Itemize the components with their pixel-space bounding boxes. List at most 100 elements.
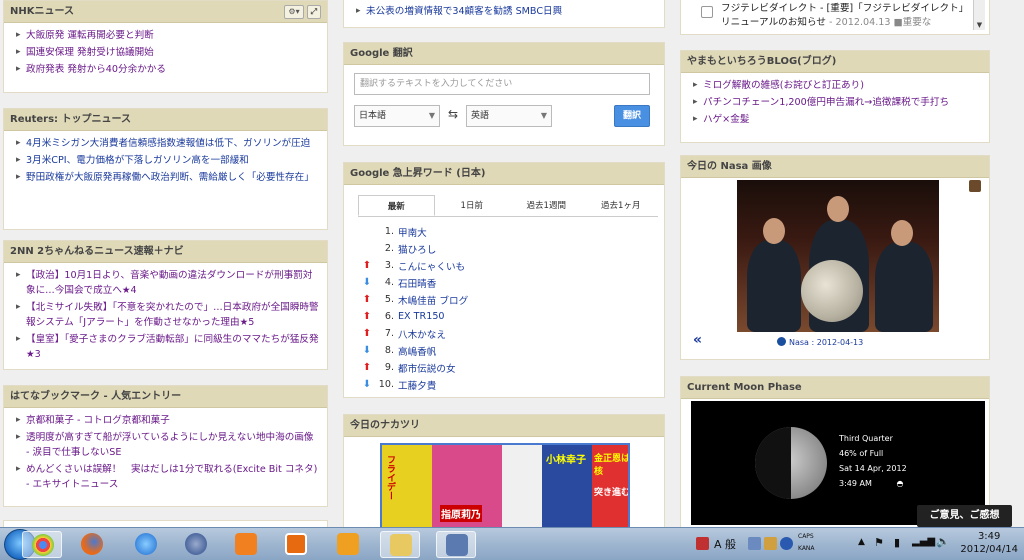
list-item[interactable]: ハゲ×金髪: [693, 112, 981, 127]
nasa-caption[interactable]: Nasa : 2012-04-13: [789, 338, 863, 347]
clock[interactable]: 3:49 2012/04/14: [960, 530, 1018, 556]
flag-icon[interactable]: ⚑: [874, 536, 884, 549]
taskbar-chrome[interactable]: [22, 531, 62, 558]
news-link[interactable]: めんどくさいは誤解！ 実はだしは1分で取れる(Excite Bit コネタ) -…: [26, 464, 317, 490]
list-item[interactable]: 3月米CPI、電力価格が下落しガソリン高を一部緩和: [16, 153, 319, 168]
expand-icon[interactable]: ⤢: [306, 5, 321, 19]
news-link[interactable]: 大飯原発 運転再開必要と判断: [26, 30, 154, 41]
taskbar-thunderbird[interactable]: [176, 531, 216, 558]
arrow-down-icon: ⬇: [362, 277, 372, 288]
swap-languages-icon[interactable]: ⇆: [448, 107, 458, 121]
tray-icon[interactable]: [696, 537, 709, 550]
ime-indicator[interactable]: A 般: [714, 536, 736, 552]
list-item[interactable]: 透明度が高すぎて船が浮いているようにしか見えない地中海の画像 - 涙目で仕事しな…: [16, 430, 319, 460]
list-item[interactable]: 大飯原発 運転再開必要と判断: [16, 28, 319, 43]
news-link[interactable]: 政府発表 発射から40分余かかる: [26, 64, 166, 75]
trend-link[interactable]: 木嶋佳苗 ブログ: [398, 293, 468, 307]
news-link[interactable]: ハゲ×金髪: [703, 114, 749, 125]
news-link[interactable]: 京都和菓子 - コトログ京都和菓子: [26, 415, 170, 426]
scrollbar[interactable]: ▼: [973, 0, 985, 30]
news-link[interactable]: 【政治】10月1日より、音楽や動画の違法ダウンロードが刑事罰対象に…今国会で成立…: [26, 270, 312, 296]
settings-icon[interactable]: ⚙▾: [284, 5, 304, 19]
news-link[interactable]: 【皇室】「愛子さまのクラブ活動転部」に同級生のママたちが猛反発★3: [26, 334, 319, 360]
target-language-select[interactable]: 英語 ▼: [466, 105, 552, 127]
trend-link[interactable]: 石田晴香: [398, 276, 436, 290]
show-hidden-icons[interactable]: ▲: [858, 537, 865, 547]
list-item[interactable]: 【北ミサイル失敗】「不意を突かれたので」…日本政府が全国瞬時警報システム「Jアラ…: [16, 300, 319, 330]
trend-link[interactable]: 工藤夕貴: [398, 378, 436, 392]
list-item[interactable]: 国連安保理 発射受け協議開始: [16, 45, 319, 60]
list-item[interactable]: 野田政権が大飯原発再稼働へ政治判断、需給厳しく「必要性存在」: [16, 170, 319, 185]
trend-row[interactable]: 2. 猫ひろし: [358, 240, 638, 257]
taskbar-media-player[interactable]: [328, 531, 368, 558]
previous-image-button[interactable]: «: [693, 332, 702, 348]
network-icon[interactable]: ▂▄▆: [912, 536, 935, 547]
trend-link[interactable]: 猫ひろし: [398, 242, 436, 256]
tweet-checkbox[interactable]: [701, 6, 713, 18]
translate-input[interactable]: 翻訳するテキストを入力してください: [354, 73, 650, 95]
source-language-select[interactable]: 日本語 ▼: [354, 105, 440, 127]
nikko-news-gadget: 未公表の増資情報で34顧客を勧誘 SMBC日興: [343, 0, 665, 28]
list-item[interactable]: 政府発表 発射から40分余かかる: [16, 62, 319, 77]
trend-link[interactable]: 高嶋香帆: [398, 344, 436, 358]
trend-rank: 7.: [384, 328, 394, 339]
trend-row[interactable]: ⬆ 6. EX TR150: [358, 308, 638, 325]
trend-row[interactable]: ⬇ 4. 石田晴香: [358, 274, 638, 291]
list-item[interactable]: めんどくさいは誤解！ 実はだしは1分で取れる(Excite Bit コネタ) -…: [16, 462, 319, 492]
tweet-item[interactable]: フジテレビダイレクト - [重要]「フジテレビダイレクト」リニューアルのお知らせ…: [721, 2, 977, 30]
list-item[interactable]: 京都和菓子 - コトログ京都和菓子: [16, 413, 319, 428]
tray-icon[interactable]: [764, 537, 777, 550]
list-item[interactable]: 未公表の増資情報で34顧客を勧誘 SMBC日興: [356, 4, 656, 19]
news-link[interactable]: 未公表の増資情報で34顧客を勧誘 SMBC日興: [366, 6, 562, 17]
trend-row[interactable]: ⬆ 9. 都市伝説の女: [358, 359, 638, 376]
news-link[interactable]: パチンコチェーン1,200億円申告漏れ→追徴課税で手打ち: [703, 97, 949, 108]
taskbar-explorer[interactable]: [380, 531, 420, 558]
news-link[interactable]: 【北ミサイル失敗】「不意を突かれたので」…日本政府が全国瞬時警報システム「Jアラ…: [26, 302, 319, 328]
trend-row[interactable]: ⬇ 10. 工藤夕貴: [358, 376, 638, 393]
news-link[interactable]: 野田政権が大飯原発再稼働へ政治判断、需給厳しく「必要性存在」: [26, 172, 314, 183]
magazine-ad-image[interactable]: フライデー 指原莉乃 小林幸子 金正恩は核 突き進む: [380, 443, 630, 533]
list-item[interactable]: 【皇室】「愛子さまのクラブ活動転部」に同級生のママたちが猛反発★3: [16, 332, 319, 362]
tray-icon[interactable]: [748, 537, 761, 550]
list-item[interactable]: パチンコチェーン1,200億円申告漏れ→追徴課税で手打ち: [693, 95, 981, 110]
battery-icon[interactable]: ▮: [894, 536, 900, 549]
news-link[interactable]: 4月米ミシガン大消費者信頼感指数速報値は低下、ガソリンが圧迫: [26, 138, 310, 149]
trend-link[interactable]: 甲南大: [398, 225, 427, 239]
list-item[interactable]: ミログ解散の雑感(お詫びと訂正あり): [693, 78, 981, 93]
gadget-header: Google 急上昇ワード (日本): [344, 163, 664, 185]
help-icon[interactable]: [780, 537, 793, 550]
image-thumb-icon[interactable]: [969, 180, 981, 192]
list-item[interactable]: 【政治】10月1日より、音楽や動画の違法ダウンロードが刑事罰対象に…今国会で成立…: [16, 268, 319, 298]
trend-row[interactable]: ⬆ 3. こんにゃくいも: [358, 257, 638, 274]
trend-link[interactable]: 都市伝説の女: [398, 361, 456, 375]
trend-link[interactable]: EX TR150: [398, 311, 445, 322]
trend-row[interactable]: ⬆ 7. 八木かなえ: [358, 325, 638, 342]
trend-row[interactable]: ⬆ 5. 木嶋佳苗 ブログ: [358, 291, 638, 308]
tab-latest[interactable]: 最新: [358, 195, 435, 216]
tab-1-month[interactable]: 過去1ヶ月: [584, 195, 659, 216]
list-item[interactable]: 4月米ミシガン大消費者信頼感指数速報値は低下、ガソリンが圧迫: [16, 136, 319, 151]
tab-1-week[interactable]: 過去1週間: [509, 195, 584, 216]
trend-link[interactable]: こんにゃくいも: [398, 259, 465, 273]
taskbar-firefox[interactable]: [72, 531, 112, 558]
translate-button[interactable]: 翻訳: [614, 105, 650, 127]
volume-icon[interactable]: 🔈: [936, 535, 950, 548]
taskbar-outlook[interactable]: [226, 531, 266, 558]
taskbar-active-window[interactable]: [436, 531, 476, 558]
news-link[interactable]: 3月米CPI、電力価格が下落しガソリン高を一部緩和: [26, 155, 249, 166]
arrow-up-icon: ⬆: [362, 311, 372, 322]
trend-row[interactable]: ⬇ 8. 高嶋香帆: [358, 342, 638, 359]
nhk-news-gadget: NHKニュース ⚙▾ ⤢ 大飯原発 運転再開必要と判断 国連安保理 発射受け協議…: [3, 0, 328, 93]
trend-row[interactable]: 1. 甲南大: [358, 223, 638, 240]
news-list: 京都和菓子 - コトログ京都和菓子 透明度が高すぎて船が浮いているようにしか見え…: [4, 408, 327, 492]
news-link[interactable]: 透明度が高すぎて船が浮いているようにしか見えない地中海の画像 - 涙目で仕事しな…: [26, 432, 314, 458]
trend-link[interactable]: 八木かなえ: [398, 327, 446, 341]
taskbar-ie[interactable]: [126, 531, 166, 558]
tab-1-day[interactable]: 1日前: [435, 195, 510, 216]
target-language-value: 英語: [471, 111, 490, 121]
news-link[interactable]: ミログ解散の雑感(お詫びと訂正あり): [703, 80, 864, 91]
feedback-popup[interactable]: ご意見、ご感想: [917, 505, 1012, 527]
nasa-photo[interactable]: [737, 180, 939, 332]
news-link[interactable]: 国連安保理 発射受け協議開始: [26, 47, 154, 58]
taskbar-app-orange[interactable]: [276, 531, 316, 558]
